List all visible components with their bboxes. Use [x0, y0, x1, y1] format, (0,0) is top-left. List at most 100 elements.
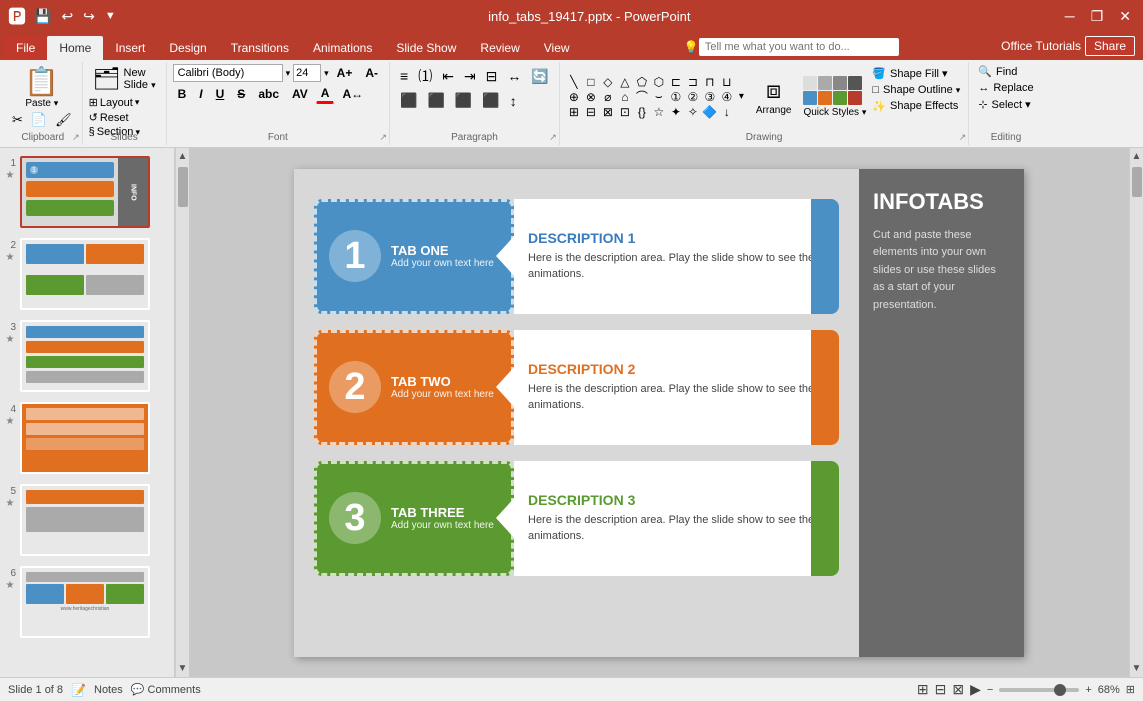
notes-button[interactable]: Notes [94, 684, 123, 696]
tab-design[interactable]: Design [157, 36, 218, 60]
redo-icon[interactable]: ↪ [81, 6, 97, 27]
close-button[interactable]: ✕ [1115, 8, 1135, 25]
slide-thumb-6[interactable]: 6 ★ www.heritagechristian [4, 566, 170, 638]
comments-button[interactable]: 💬 Comments [131, 683, 201, 696]
tab-3-desc[interactable]: DESCRIPTION 3 Here is the description ar… [514, 461, 839, 576]
shape-cell-30[interactable]: ↓ [719, 105, 735, 119]
zoom-out-button[interactable]: − [987, 684, 993, 696]
shape-cell-9[interactable]: ⊓ [702, 75, 718, 89]
quickstyle-7[interactable] [833, 91, 847, 105]
char-spacing-button[interactable]: AV [287, 85, 313, 103]
undo-icon[interactable]: ↩ [59, 6, 75, 27]
tab-transitions[interactable]: Transitions [219, 36, 301, 60]
fit-window-button[interactable]: ⊞ [1126, 683, 1135, 696]
bold-button[interactable]: B [173, 85, 192, 103]
tab-view[interactable]: View [532, 36, 582, 60]
tab-slideshow[interactable]: Slide Show [384, 36, 468, 60]
shape-cell-27[interactable]: ✦ [668, 105, 684, 119]
quickstyle-4[interactable] [848, 76, 862, 90]
slide-main[interactable]: 1 TAB ONE Add your own text here DESCRIP… [294, 169, 1024, 657]
shape-cell-4[interactable]: △ [617, 75, 633, 89]
tab-2-box[interactable]: 2 TAB TWO Add your own text here [314, 330, 514, 445]
indent-decrease-button[interactable]: ⇤ [438, 66, 458, 87]
scroll-track[interactable] [176, 165, 189, 660]
quickstyle-6[interactable] [818, 91, 832, 105]
reset-button[interactable]: ↺ Reset [89, 111, 129, 124]
shape-cell-6[interactable]: ⬡ [651, 75, 667, 89]
align-center-button[interactable]: ⬛ [423, 90, 448, 111]
shape-cell-2[interactable]: □ [583, 75, 599, 89]
quickstyle-2[interactable] [818, 76, 832, 90]
quickstyle-5[interactable] [803, 91, 817, 105]
canvas-scroll-thumb[interactable] [1132, 167, 1142, 197]
zoom-in-button[interactable]: + [1085, 684, 1091, 696]
tab-1-desc[interactable]: DESCRIPTION 1 Here is the description ar… [514, 199, 839, 314]
text-direction-button[interactable]: ↔ [503, 66, 525, 86]
search-input[interactable] [699, 38, 899, 56]
restore-button[interactable]: ❐ [1087, 8, 1108, 25]
shape-cell-21[interactable]: ⊞ [566, 105, 582, 119]
slide-4-thumbnail[interactable] [20, 402, 150, 474]
reading-view-button[interactable]: ⊠ [952, 681, 964, 698]
scroll-up-arrow[interactable]: ▲ [176, 148, 189, 165]
new-slide-button[interactable]: 🗂 NewSlide ▾ [89, 64, 160, 94]
underline-button[interactable]: U [211, 85, 230, 103]
shape-fill-button[interactable]: 🪣 Shape Fill ▾ [870, 66, 962, 81]
scroll-down-arrow[interactable]: ▼ [176, 660, 189, 677]
cut-button[interactable]: ✂ [10, 111, 25, 129]
tab-insert[interactable]: Insert [103, 36, 157, 60]
shape-cell-12[interactable]: ⊗ [583, 90, 599, 104]
slide-thumb-3[interactable]: 3 ★ [4, 320, 170, 392]
canvas-scrollbar[interactable]: ▲ ▼ [1129, 148, 1143, 677]
slide-5-thumbnail[interactable] [20, 484, 150, 556]
layout-button[interactable]: ⊞ Layout ▾ [89, 96, 140, 109]
justify-button[interactable]: ⬛ [478, 90, 503, 111]
shape-cell-7[interactable]: ⊏ [668, 75, 684, 89]
shape-outline-button[interactable]: □ Shape Outline ▾ [870, 83, 962, 97]
copy-button[interactable]: 📄 [29, 111, 49, 129]
tab-3-box[interactable]: 3 TAB THREE Add your own text here [314, 461, 514, 576]
shape-cell-18[interactable]: ② [685, 90, 701, 104]
smallcaps-button[interactable]: abc [253, 85, 284, 103]
zoom-slider[interactable] [999, 688, 1079, 692]
slide-thumb-2[interactable]: 2 ★ [4, 238, 170, 310]
align-right-button[interactable]: ⬛ [451, 90, 476, 111]
select-button[interactable]: ⊹ Select ▾ [975, 97, 1036, 112]
shape-cell-26[interactable]: ☆ [651, 105, 667, 119]
shape-effects-button[interactable]: ✨ Shape Effects [870, 99, 962, 114]
quickstyle-1[interactable] [803, 76, 817, 90]
canvas-scroll-track[interactable] [1130, 165, 1143, 660]
tab-animations[interactable]: Animations [301, 36, 384, 60]
format-painter-button[interactable]: 🖌 [53, 111, 74, 129]
tab-home[interactable]: Home [47, 36, 103, 60]
canvas-scroll-up[interactable]: ▲ [1130, 148, 1143, 165]
shape-cell-3[interactable]: ◇ [600, 75, 616, 89]
quickstyle-8[interactable] [848, 91, 862, 105]
text-shadow-button[interactable]: A↔ [337, 85, 368, 103]
shape-cell-5[interactable]: ⬠ [634, 75, 650, 89]
clipboard-expand[interactable]: ↗ [72, 132, 80, 143]
shape-cell-24[interactable]: ⊡ [617, 105, 633, 119]
slide-thumb-4[interactable]: 4 ★ [4, 402, 170, 474]
quickstyle-3[interactable] [833, 76, 847, 90]
italic-button[interactable]: I [194, 85, 207, 103]
shape-cell-10[interactable]: ⊔ [719, 75, 735, 89]
font-color-button[interactable]: A [316, 84, 335, 104]
shape-cell-14[interactable]: ⌂ [617, 90, 633, 104]
shape-cell-29[interactable]: 🔷 [702, 105, 718, 119]
slide-3-thumbnail[interactable] [20, 320, 150, 392]
shape-cell-25[interactable]: {} [634, 105, 650, 119]
slide-thumb-1[interactable]: 1 ★ 1 INFO [4, 156, 170, 228]
shape-cell-22[interactable]: ⊟ [583, 105, 599, 119]
customize-icon[interactable]: ▼ [103, 8, 118, 24]
strikethrough-button[interactable]: S [232, 85, 250, 103]
shape-cell-28[interactable]: ✧ [685, 105, 701, 119]
canvas-scroll-down[interactable]: ▼ [1130, 660, 1143, 677]
shape-cell-11[interactable]: ⊕ [566, 90, 582, 104]
shape-cell-15[interactable]: ⌒ [634, 90, 650, 104]
arrange-button[interactable]: ⧈ Arrange [748, 73, 800, 120]
tab-file[interactable]: File [4, 36, 47, 60]
shape-cell-13[interactable]: ⌀ [600, 90, 616, 104]
slide-show-button[interactable]: ▶ [970, 681, 981, 698]
shape-cell-19[interactable]: ③ [702, 90, 718, 104]
